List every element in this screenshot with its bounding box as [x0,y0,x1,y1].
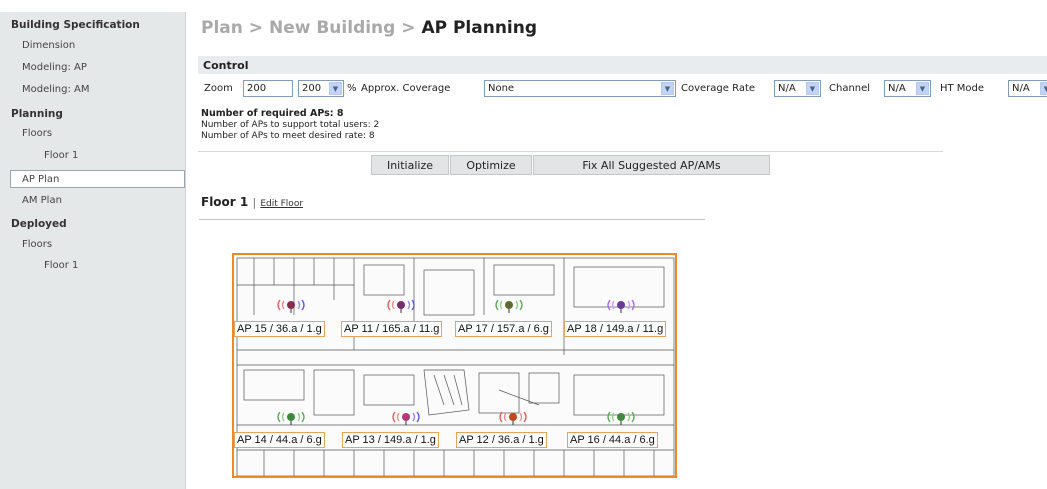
ap-13-marker[interactable] [389,409,423,428]
edit-floor-link[interactable]: Edit Floor [260,199,303,209]
ap-11-label[interactable]: AP 11 / 165.a / 11.g [341,321,443,337]
chevron-down-icon[interactable]: ▼ [661,82,674,95]
sidebar-heading-building-spec[interactable]: Building Specification [11,19,140,31]
ap-16-label[interactable]: AP 16 / 44.a / 6.g [567,432,658,448]
ap-12-label[interactable]: AP 12 / 36.a / 1.g [456,432,547,448]
sidebar-item-ap-plan[interactable]: AP Plan [22,174,59,185]
coverage-rate-select[interactable]: N/A ▼ [774,80,821,97]
zoom-select[interactable]: 200 ▼ [298,80,344,97]
breadcrumb-plan[interactable]: Plan [201,18,243,38]
ht-mode-value: N/A [1012,83,1030,94]
chevron-down-icon[interactable]: ▼ [806,82,819,95]
channel-select[interactable]: N/A ▼ [884,80,931,97]
breadcrumb-separator: > [401,18,416,38]
sidebar-item-modeling-am[interactable]: Modeling: AM [22,84,90,95]
approx-coverage-value: None [488,83,515,94]
sidebar-item-floor-1[interactable]: Floor 1 [44,150,78,161]
ap-18-label[interactable]: AP 18 / 149.a / 11.g [564,321,667,337]
page-title: AP Planning [421,18,538,38]
sidebar-item-dimension[interactable]: Dimension [22,40,75,51]
sidebar-item-floors[interactable]: Floors [22,128,52,139]
zoom-input[interactable]: 200 [243,80,293,97]
floor-separator: | [252,196,257,209]
breadcrumb: Plan > New Building > AP Planning [201,18,537,38]
coverage-rate-label: Coverage Rate [681,83,756,94]
aps-total-users-text: Number of APs to support total users: 2 [201,120,380,130]
channel-label: Channel [829,83,871,94]
control-section-header: Control [198,56,1047,74]
fix-all-button[interactable]: Fix All Suggested AP/AMs [533,155,770,175]
percent-label: % [347,83,357,94]
control-row: Zoom 200 200 ▼ % Approx. Coverage None ▼… [198,78,1047,98]
initialize-button[interactable]: Initialize [371,155,449,175]
channel-value: N/A [888,83,906,94]
ap-17-label[interactable]: AP 17 / 157.a / 6.g [455,321,552,337]
chevron-down-icon[interactable]: ▼ [916,82,929,95]
sidebar-heading-deployed[interactable]: Deployed [11,218,67,230]
ht-mode-label: HT Mode [940,83,985,94]
ap-12-marker[interactable] [496,409,530,428]
aps-desired-rate-text: Number of APs to meet desired rate: 8 [201,131,375,141]
figure-caption-fragment: Figure [0,0,1047,2]
sidebar-heading-planning[interactable]: Planning [11,108,63,120]
ap-11-marker[interactable] [384,297,418,316]
chevron-down-icon[interactable]: ▼ [329,82,342,95]
divider [198,151,943,152]
optimize-button[interactable]: Optimize [450,155,532,175]
zoom-select-value: 200 [302,83,322,94]
breadcrumb-new-building[interactable]: New Building [269,18,395,38]
floor-header: Floor 1 | Edit Floor [201,195,303,209]
required-aps-text: Number of required APs: 8 [201,108,344,119]
breadcrumb-separator: > [248,18,264,38]
ap-15-marker[interactable] [274,297,308,316]
ap-15-label[interactable]: AP 15 / 36.a / 1.g [234,321,325,337]
sidebar-item-deployed-floor-1[interactable]: Floor 1 [44,260,78,271]
zoom-label: Zoom [204,83,233,94]
ap-17-marker[interactable] [492,297,526,316]
ap-14-marker[interactable] [274,409,308,428]
ap-18-marker[interactable] [604,297,638,316]
approx-coverage-label: Approx. Coverage [361,83,451,94]
floor-plan-map[interactable]: AP 15 / 36.a / 1.g AP 11 / 165.a / 11.g … [232,253,677,478]
sidebar: Building Specification Dimension Modelin… [0,12,186,489]
sidebar-item-am-plan[interactable]: AM Plan [22,195,62,206]
approx-coverage-select[interactable]: None ▼ [484,80,676,97]
floor-title: Floor 1 [201,195,249,209]
sidebar-item-deployed-floors[interactable]: Floors [22,239,52,250]
ap-14-label[interactable]: AP 14 / 44.a / 6.g [234,432,325,448]
sidebar-item-modeling-ap[interactable]: Modeling: AP [22,62,87,73]
coverage-rate-value: N/A [778,83,796,94]
ap-13-label[interactable]: AP 13 / 149.a / 1.g [342,432,439,448]
chevron-down-icon[interactable]: ▼ [1040,82,1047,95]
ap-16-marker[interactable] [604,409,638,428]
ht-mode-select[interactable]: N/A ▼ [1008,80,1047,97]
